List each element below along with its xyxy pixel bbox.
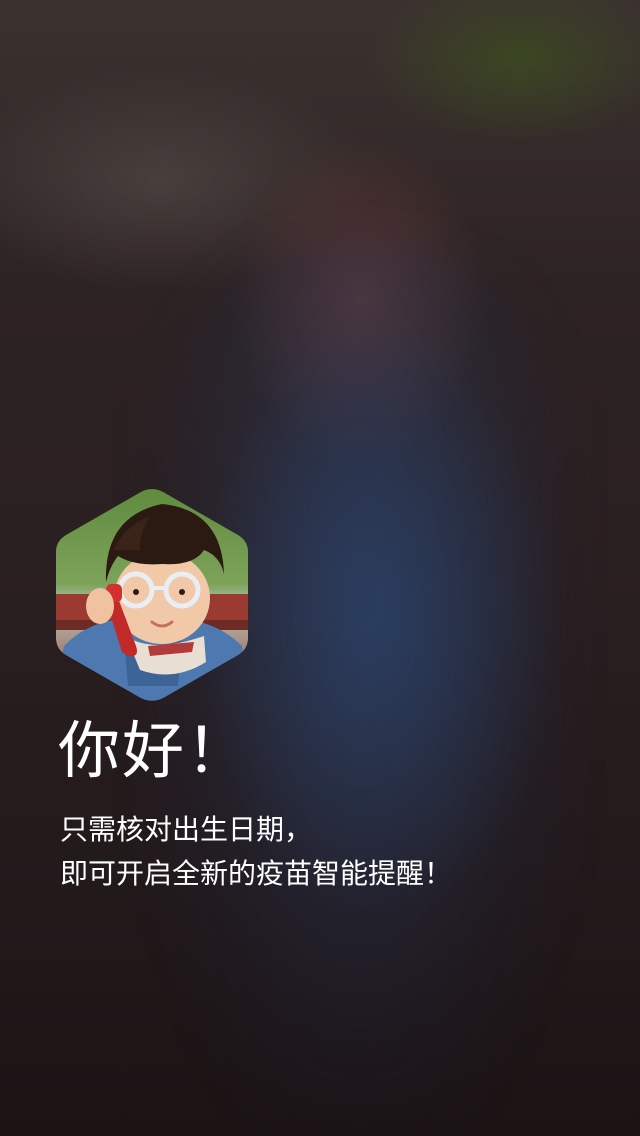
subtitle-line-2: 即可开启全新的疫苗智能提醒！ <box>60 857 453 890</box>
avatar-image <box>56 489 248 701</box>
subtitle-line-1: 只需核对出生日期， <box>60 813 313 846</box>
subtitle: 只需核对出生日期， 即可开启全新的疫苗智能提醒！ <box>60 808 452 896</box>
greeting-title: 你好！ <box>58 714 251 787</box>
welcome-screen: 你好！ 只需核对出生日期， 即可开启全新的疫苗智能提醒！ <box>0 0 640 1136</box>
avatar <box>54 486 250 704</box>
